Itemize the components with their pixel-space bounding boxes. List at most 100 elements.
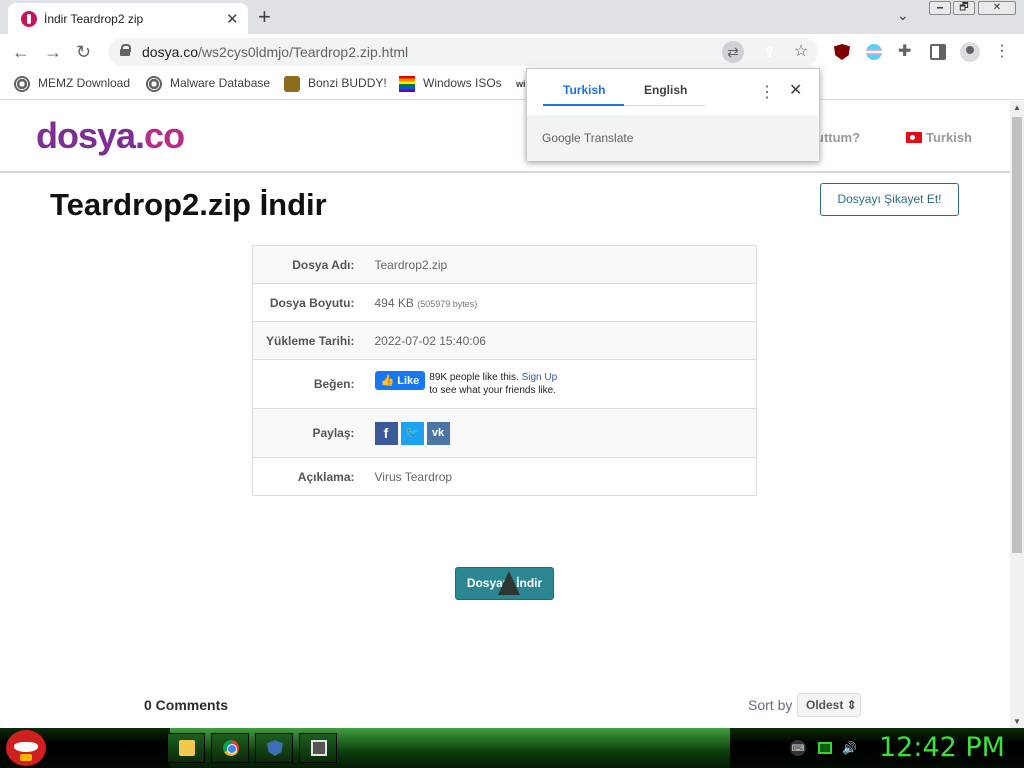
- upload-date-label: Yükleme Tarihi:: [252, 321, 363, 360]
- tab-title: İndir Teardrop2 zip: [44, 12, 144, 26]
- translate-popup: Turkish English ⋮ ✕ Google Translate: [526, 68, 820, 161]
- table-row: Dosya Adı: Teardrop2.zip: [252, 245, 757, 284]
- folder-icon: [179, 740, 195, 756]
- bookmarks-bar: MEMZ Download Malware Database Bonzi BUD…: [0, 70, 1024, 100]
- google-translate-brand: Google Translate: [542, 131, 634, 145]
- window-maximize-button[interactable]: 🗗: [953, 1, 975, 15]
- scroll-up-icon[interactable]: ▲: [1013, 103, 1021, 112]
- like-label: Beğen:: [252, 359, 363, 409]
- file-name-value: Teardrop2.zip: [362, 245, 757, 284]
- new-tab-button[interactable]: +: [258, 4, 271, 30]
- chrome-icon: [223, 740, 239, 756]
- active-tab-indicator: [543, 104, 624, 106]
- file-size-label: Dosya Boyutu:: [252, 283, 363, 322]
- turkey-flag-icon: [906, 132, 922, 143]
- tab-divider: [624, 105, 706, 106]
- language-selector[interactable]: Turkish: [906, 130, 972, 145]
- taskbar-windows-button[interactable]: [299, 733, 337, 763]
- rainbow-flag-icon: [399, 76, 415, 92]
- facebook-like-text: 89K people like this. Sign Up to see what…: [429, 372, 558, 396]
- trans-flag-extension-icon[interactable]: [866, 44, 882, 60]
- table-row: Dosya Boyutu: 494 KB (505979 bytes): [252, 283, 757, 322]
- globe-icon: [14, 76, 30, 92]
- facebook-signup-link[interactable]: Sign Up: [522, 372, 558, 383]
- bookmark-memz[interactable]: MEMZ Download: [14, 76, 130, 92]
- translate-more-options-icon[interactable]: ⋮: [759, 82, 775, 102]
- bonzi-icon: [284, 76, 300, 92]
- browser-menu-icon[interactable]: ⋮: [994, 44, 1010, 60]
- window-close-button[interactable]: ✕: [978, 1, 1016, 15]
- bookmark-bonzi[interactable]: Bonzi BUDDY!: [284, 76, 387, 92]
- scroll-down-icon[interactable]: ▼: [1013, 717, 1021, 726]
- bookmark-truncated[interactable]: wi: [516, 79, 526, 89]
- table-row: Yükleme Tarihi: 2022-07-02 15:40:06: [252, 321, 757, 360]
- facebook-share-icon[interactable]: f: [374, 421, 398, 445]
- busy-cursor-icon: [498, 571, 520, 595]
- translate-tab-turkish[interactable]: Turkish: [563, 83, 605, 97]
- forward-arrow-icon[interactable]: →: [44, 42, 62, 62]
- browser-tab[interactable]: İndir Teardrop2 zip ✕: [8, 3, 248, 34]
- file-name-label: Dosya Adı:: [252, 245, 363, 284]
- upload-date-value: 2022-07-02 15:40:06: [362, 321, 757, 360]
- header-nav-link[interactable]: uttum?: [816, 130, 860, 145]
- network-tray-icon[interactable]: [818, 742, 832, 754]
- tab-close-icon[interactable]: ✕: [226, 10, 239, 28]
- translate-close-icon[interactable]: ✕: [789, 80, 802, 100]
- facebook-like-widget: 👍 Like 89K people like this. Sign Up to se…: [362, 359, 757, 409]
- facebook-like-button[interactable]: 👍 Like: [374, 371, 426, 390]
- share-buttons: f 🐦 vk: [362, 408, 757, 458]
- reload-icon[interactable]: ↻: [76, 42, 91, 62]
- back-arrow-icon[interactable]: ←: [12, 42, 30, 62]
- report-file-button[interactable]: Dosyayı Şikayet Et!: [820, 183, 959, 216]
- sort-select[interactable]: Oldest ⇕: [797, 693, 861, 717]
- shield-icon: [267, 740, 283, 756]
- translate-icon[interactable]: ⇄: [722, 41, 744, 63]
- ublock-extension-icon[interactable]: [834, 44, 850, 60]
- profile-avatar-icon[interactable]: [960, 42, 980, 62]
- site-logo[interactable]: dosya.co: [36, 115, 185, 157]
- volume-tray-icon[interactable]: 🔊: [842, 741, 857, 755]
- page-title: Teardrop2.zip İndir: [50, 187, 327, 222]
- lock-icon[interactable]: [120, 44, 131, 56]
- globe-icon: [146, 76, 162, 92]
- scrollbar-thumb[interactable]: [1012, 117, 1022, 553]
- keyboard-tray-icon[interactable]: ⌨: [790, 740, 806, 756]
- tab-search-chevron-icon[interactable]: ⌄: [897, 7, 909, 24]
- file-size-value: 494 KB (505979 bytes): [362, 283, 757, 322]
- window-minimize-button[interactable]: 🗕: [929, 1, 951, 15]
- web-page: dosya.co uttum? Turkish Teardrop2.zip İn…: [0, 101, 1010, 728]
- bookmark-star-icon[interactable]: ☆: [790, 41, 812, 63]
- browser-toolbar: ← → ↻ dosya.co/ws2cys0ldmjo/Teardrop2.zi…: [0, 34, 1024, 70]
- taskbar-clock[interactable]: 12:42 PM: [879, 732, 1005, 763]
- start-button-angry-bird-icon[interactable]: [6, 730, 46, 766]
- extensions-puzzle-icon[interactable]: ✚: [898, 44, 914, 60]
- site-header: dosya.co uttum? Turkish: [0, 101, 1010, 173]
- file-info-table: Dosya Adı: Teardrop2.zip Dosya Boyutu: 4…: [252, 245, 757, 496]
- share-label: Paylaş:: [252, 408, 363, 458]
- page-scrollbar[interactable]: ▲ ▼: [1010, 101, 1024, 728]
- table-row: Beğen: 👍 Like 89K people like this. Sign …: [252, 359, 757, 409]
- dosya-favicon-icon: [21, 11, 37, 27]
- url-text[interactable]: dosya.co/ws2cys0ldmjo/Teardrop2.zip.html: [142, 44, 408, 60]
- tab-strip: İndir Teardrop2 zip ✕ + ⌄ 🗕 🗗 ✕: [0, 0, 1024, 34]
- description-label: Açıklama:: [252, 457, 363, 496]
- bookmark-windows-isos[interactable]: Windows ISOs: [399, 76, 502, 92]
- sort-by-label: Sort by: [748, 697, 793, 713]
- taskbar-explorer-button[interactable]: [167, 733, 205, 763]
- translate-tab-english[interactable]: English: [644, 83, 687, 97]
- twitter-share-icon[interactable]: 🐦: [400, 421, 424, 445]
- address-bar[interactable]: dosya.co/ws2cys0ldmjo/Teardrop2.zip.html…: [108, 38, 818, 66]
- description-value: Virus Teardrop: [362, 457, 757, 496]
- side-panel-icon[interactable]: [930, 44, 946, 60]
- share-icon[interactable]: ⇪: [758, 41, 781, 64]
- taskbar-glow: [170, 728, 730, 768]
- taskbar-security-button[interactable]: [255, 733, 293, 763]
- taskbar: ⌨ 🔊 12:42 PM: [0, 728, 1024, 768]
- taskbar-chrome-button[interactable]: [211, 733, 249, 763]
- bookmark-malware-database[interactable]: Malware Database: [146, 76, 270, 92]
- vk-share-icon[interactable]: vk: [426, 421, 450, 445]
- table-row: Paylaş: f 🐦 vk: [252, 408, 757, 458]
- window-icon: [311, 740, 327, 756]
- comments-count: 0 Comments: [144, 697, 229, 713]
- desktop: İndir Teardrop2 zip ✕ + ⌄ 🗕 🗗 ✕ ← → ↻ do…: [0, 0, 1024, 768]
